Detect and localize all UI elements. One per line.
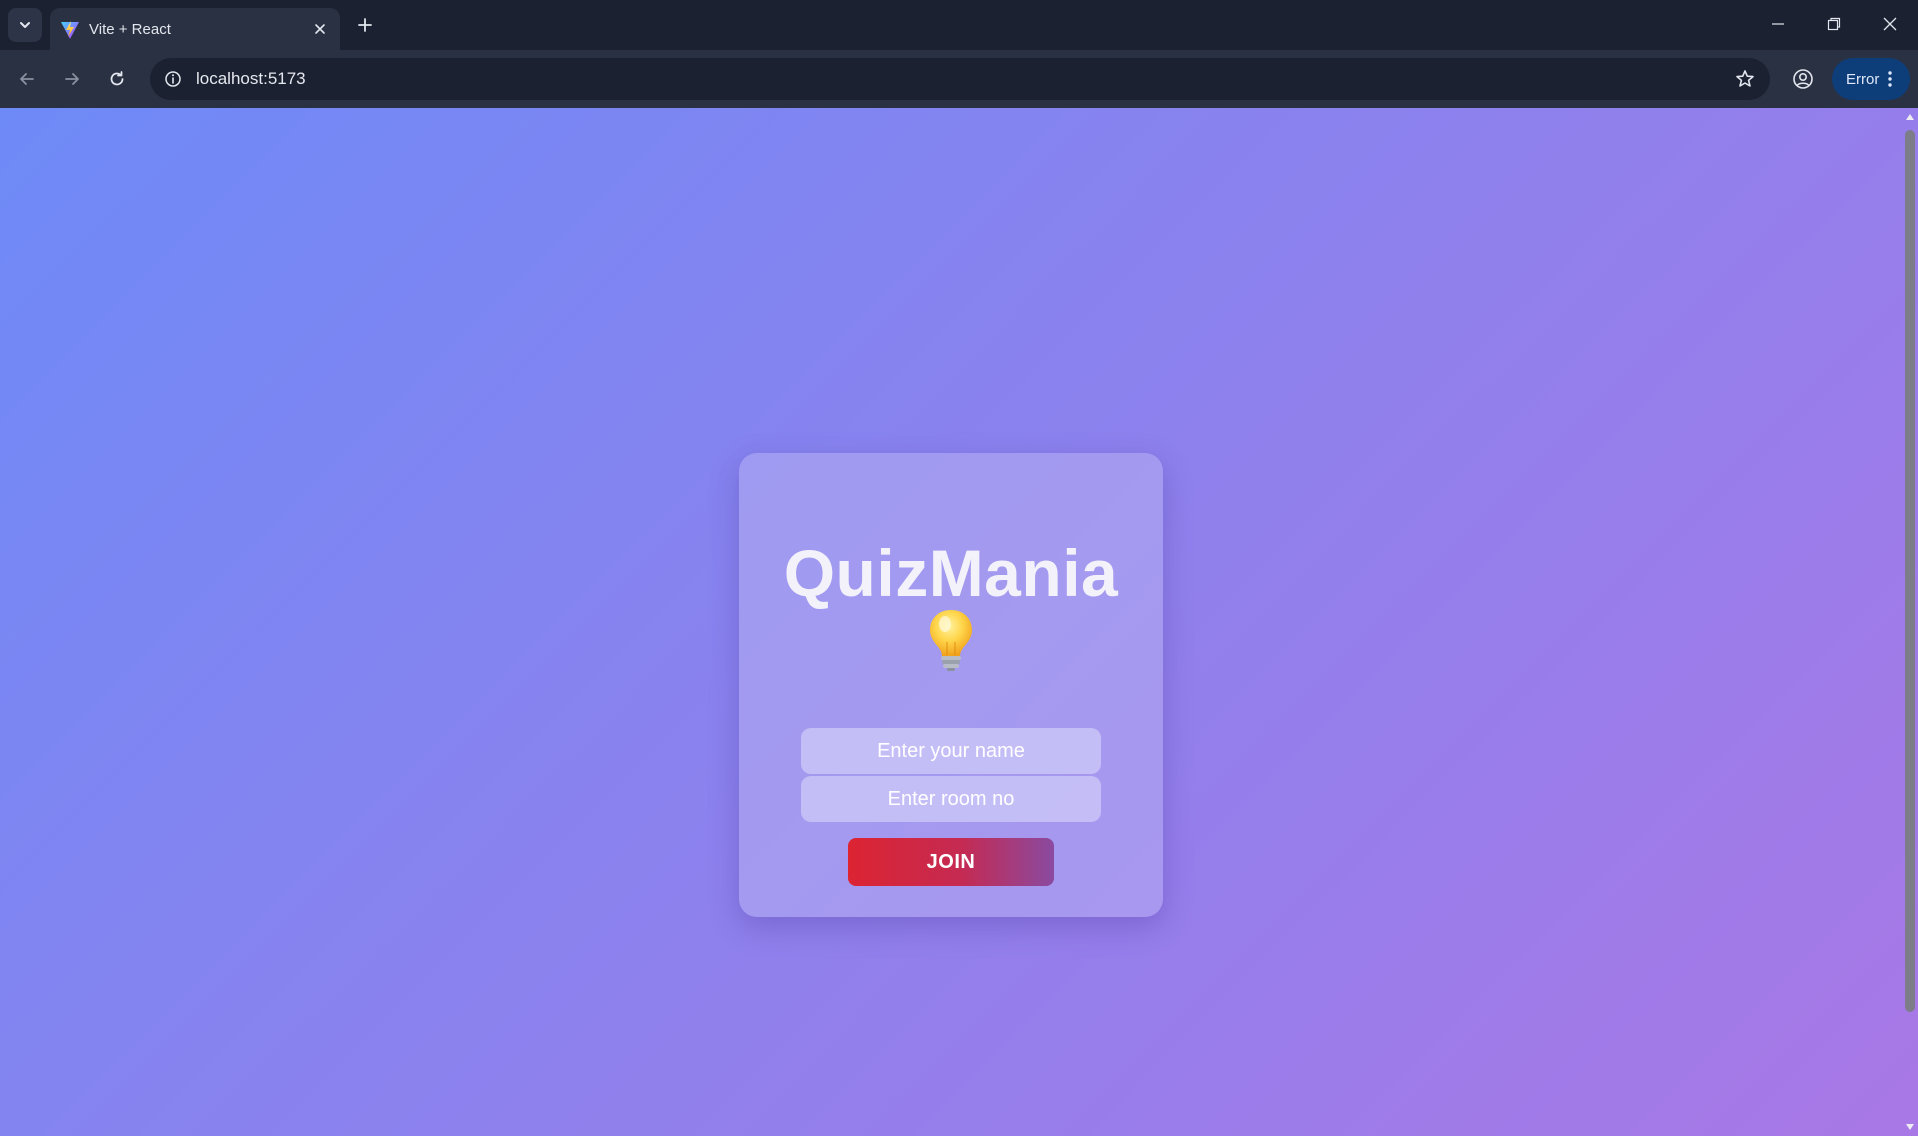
chevron-down-icon (20, 22, 30, 28)
window-close-button[interactable] (1862, 0, 1918, 48)
close-icon (1883, 17, 1897, 31)
profile-icon (1793, 69, 1813, 89)
browser-menu-button[interactable] (1880, 69, 1900, 89)
tab-strip: Vite + React (0, 0, 1918, 50)
scroll-up-arrow-icon[interactable] (1904, 111, 1916, 123)
kebab-menu-icon (1888, 71, 1892, 87)
profile-button[interactable] (1787, 63, 1819, 95)
restore-icon (1827, 17, 1841, 31)
page-scrollbar[interactable] (1902, 108, 1918, 1136)
info-icon (165, 71, 181, 87)
tab-close-button[interactable] (310, 19, 330, 39)
restore-button[interactable] (1806, 0, 1862, 48)
browser-toolbar: localhost:5173 Error (0, 50, 1918, 108)
profile-error-button[interactable]: Error (1832, 58, 1910, 100)
reload-icon (110, 71, 124, 86)
browser-tab[interactable]: Vite + React (50, 8, 340, 50)
lightbulb-icon (930, 610, 972, 671)
arrow-left-icon (20, 73, 34, 85)
url-text[interactable]: localhost:5173 (196, 69, 306, 89)
reload-button[interactable] (101, 63, 133, 95)
vite-logo-icon (61, 21, 79, 39)
name-input[interactable] (801, 728, 1101, 774)
error-label: Error (1846, 70, 1880, 88)
tab-search-button[interactable] (8, 8, 42, 42)
scroll-down-arrow-icon[interactable] (1904, 1121, 1916, 1133)
room-number-input[interactable] (801, 776, 1101, 822)
minimize-icon (1772, 23, 1784, 25)
page-viewport: QuizMania JOIN (0, 108, 1918, 1136)
close-icon (315, 24, 325, 34)
minimize-button[interactable] (1750, 0, 1806, 48)
star-icon (1736, 70, 1754, 87)
scrollbar-thumb[interactable] (1905, 130, 1915, 1012)
page-title: QuizMania (783, 536, 1119, 610)
back-button[interactable] (11, 63, 43, 95)
site-info-button[interactable] (160, 66, 186, 92)
join-card: QuizMania JOIN (739, 453, 1163, 917)
forward-button[interactable] (56, 63, 88, 95)
join-button[interactable]: JOIN (848, 838, 1054, 886)
arrow-right-icon (65, 73, 79, 85)
tab-title: Vite + React (89, 21, 171, 38)
plus-icon (358, 18, 372, 32)
new-tab-button[interactable] (352, 12, 378, 38)
bookmark-button[interactable] (1732, 66, 1758, 92)
address-bar[interactable]: localhost:5173 (150, 58, 1770, 100)
